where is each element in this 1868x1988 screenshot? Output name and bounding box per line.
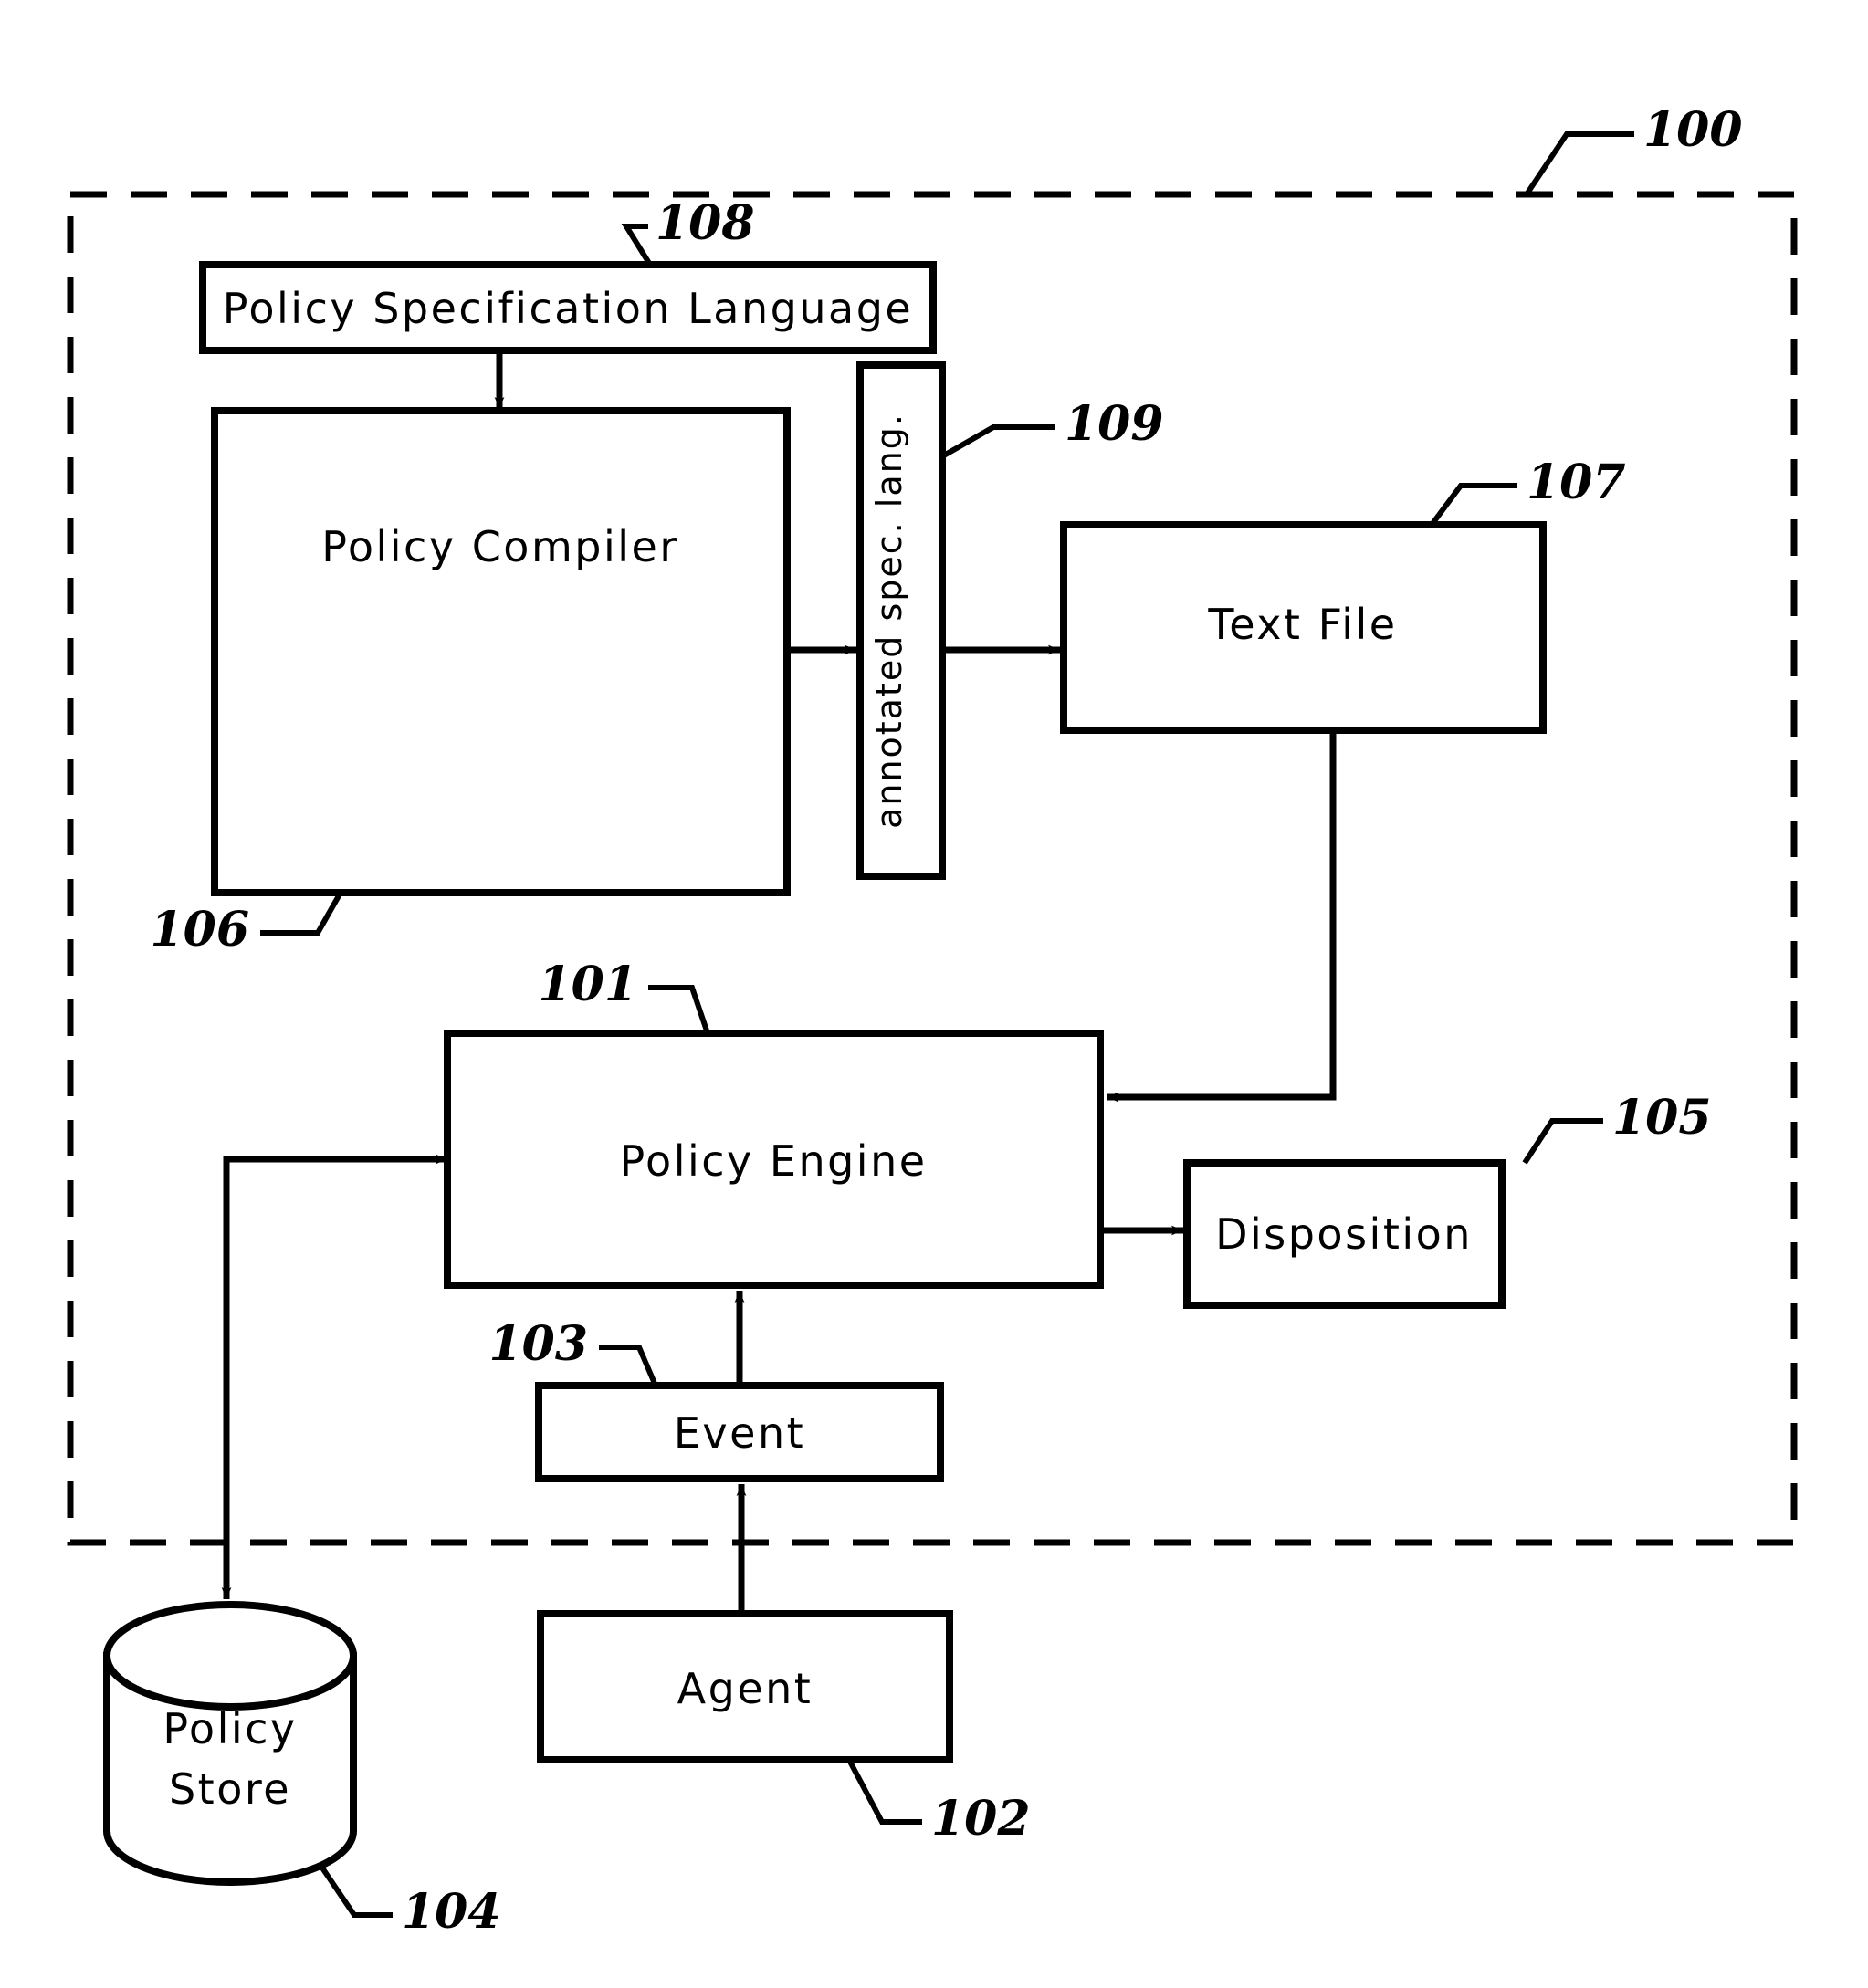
ref-label-106: 106	[150, 902, 249, 957]
block-policy-compiler	[211, 407, 791, 896]
ref-label-103: 103	[488, 1316, 588, 1372]
label-text-file: Text File	[1207, 600, 1397, 649]
ref-label-105: 105	[1612, 1090, 1712, 1146]
policy-store-top	[103, 1601, 357, 1711]
label-agent: Agent	[677, 1664, 813, 1713]
label-policy-compiler: Policy Compiler	[321, 522, 678, 571]
label-policy-store-line1: Policy	[163, 1704, 297, 1753]
ref-label-100: 100	[1643, 102, 1743, 158]
label-policy-store-line2: Store	[169, 1764, 291, 1814]
figure-canvas: 100 Policy Specification Language 108 Po…	[0, 0, 1868, 1988]
ref-label-109: 109	[1065, 396, 1164, 452]
label-annotated-spec-lang: annotated spec. lang.	[869, 413, 909, 829]
patent-diagram-svg: 100 Policy Specification Language 108 Po…	[0, 0, 1868, 1988]
ref-label-101: 101	[538, 957, 637, 1012]
ref-label-104: 104	[402, 1884, 501, 1940]
label-policy-engine: Policy Engine	[619, 1136, 927, 1186]
ref-label-107: 107	[1527, 455, 1626, 510]
label-disposition: Disposition	[1215, 1209, 1473, 1259]
label-policy-specification-language: Policy Specification Language	[223, 284, 913, 333]
ref-label-102: 102	[931, 1791, 1031, 1847]
label-event: Event	[674, 1408, 805, 1458]
ref-label-108: 108	[656, 195, 755, 251]
